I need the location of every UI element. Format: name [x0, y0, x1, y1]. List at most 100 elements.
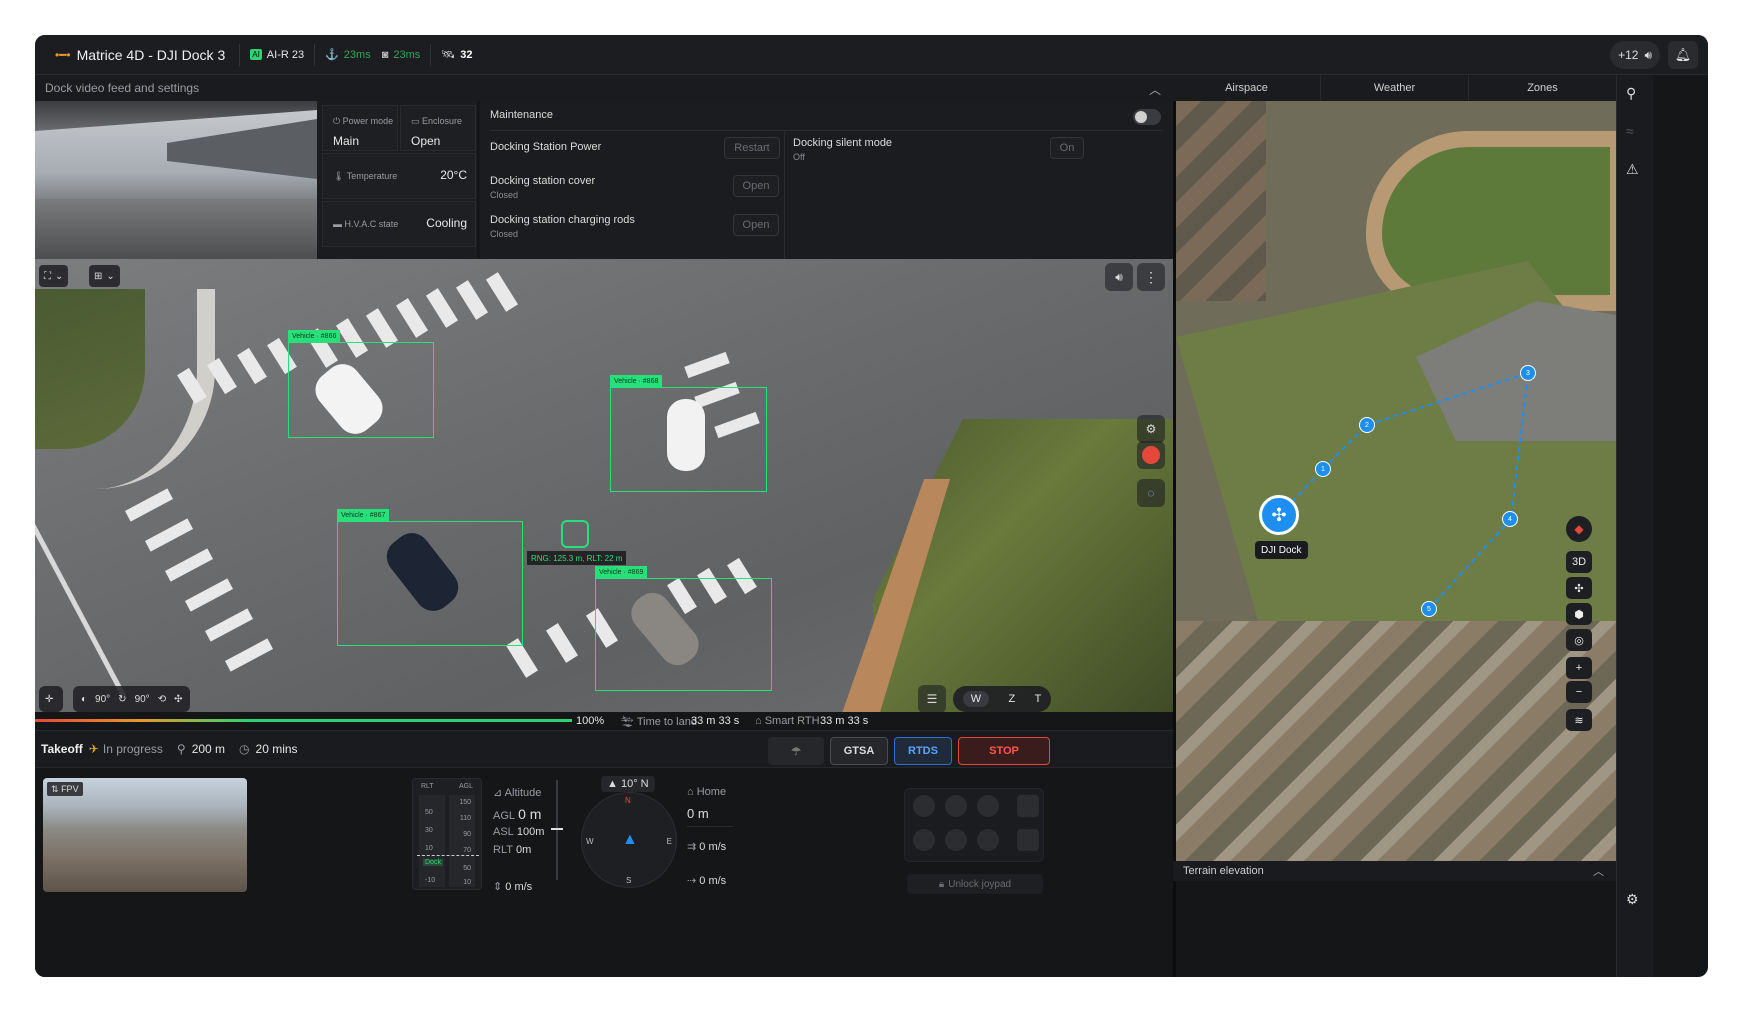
layers-button[interactable]: ≋ [1566, 709, 1592, 731]
dock-video-feed[interactable] [35, 101, 317, 259]
chevron-up-icon[interactable]: ︿ [1149, 81, 1161, 98]
record-button[interactable] [1137, 441, 1165, 469]
restart-button[interactable]: Restart [724, 137, 780, 159]
aircraft-title[interactable]: Matrice 4D - DJI Dock 3 [77, 47, 226, 63]
up-icon[interactable] [945, 795, 967, 817]
tab-zones[interactable]: Zones [1469, 75, 1616, 101]
3d-button[interactable]: 3D [1566, 551, 1592, 573]
rods-label: Docking station charging rods Closed [490, 214, 635, 239]
cube-button[interactable]: ⬢ [1566, 603, 1592, 625]
gimbal-pitch-icon: ◐ [81, 693, 88, 705]
maintenance-toggle[interactable] [1133, 109, 1161, 125]
dock-stats: ⏻ Power mode Main ▭ Enclosure Open 🌡︎ Te… [317, 101, 477, 259]
lock-orientation-icon[interactable]: ⟲ [158, 694, 166, 705]
detection-box[interactable]: Vehicle · #867 [337, 509, 523, 646]
cover-open-button[interactable]: Open [733, 175, 779, 197]
more-options-button[interactable]: ⋮ [1137, 263, 1165, 291]
detection-label: Vehicle · #869 [595, 566, 648, 578]
zoom-selector[interactable]: W Z T [953, 686, 1051, 712]
chevron-up-icon[interactable]: ︿ [1593, 863, 1604, 879]
vertical-speed: ⇕ 0 m/s [493, 881, 533, 893]
center-gimbal-button[interactable]: ✛ [39, 686, 63, 712]
detection-box[interactable]: Vehicle · #868 [610, 375, 767, 492]
rotate-right-icon[interactable] [977, 795, 999, 817]
satellite-status[interactable]: 🛰︎ 32 [430, 43, 482, 66]
waypoint-5[interactable]: 5 [1421, 601, 1437, 617]
target-reticle[interactable] [561, 520, 589, 548]
ai-status[interactable]: AI AI-R 23 [239, 43, 314, 66]
drone-icon[interactable]: ✣ [174, 694, 182, 705]
detection-box[interactable]: Vehicle · #869 [595, 566, 772, 691]
zoom-tele[interactable]: T [1035, 693, 1042, 705]
plus-icon: + [1575, 662, 1583, 674]
down-icon[interactable] [945, 829, 967, 851]
zoom-in-button[interactable]: + [1566, 657, 1592, 679]
right-rail: ⚲ ≈ ⚠︎ ⚙︎ [1616, 75, 1653, 977]
settings-gear-icon[interactable]: ⚙︎ [1626, 891, 1639, 908]
fpv-tag[interactable]: ⇅ FPV [47, 782, 83, 796]
home-return-icon: ⌂ [755, 715, 762, 727]
station-power-label: Docking Station Power [490, 141, 602, 153]
waypoint-1[interactable]: 1 [1315, 461, 1331, 477]
compass-button[interactable]: ◆ [1566, 516, 1592, 542]
notifications-volume-group[interactable]: +12 🔊︎ [1610, 41, 1660, 69]
camera-feed[interactable]: Vehicle · #866 Vehicle · #868 Vehicle · … [35, 259, 1173, 712]
landing-icon: 🛬︎ [620, 715, 634, 728]
chevron-down-icon: ⌄ [106, 270, 115, 282]
tab-airspace[interactable]: Airspace [1173, 75, 1321, 101]
map-pin-icon[interactable]: ⚲ [1626, 85, 1636, 102]
capture-mode-button[interactable]: ⛶ ⌄ [39, 265, 69, 287]
progress-percent: 100% [576, 715, 605, 727]
left-icon[interactable] [913, 829, 935, 851]
audio-button[interactable]: 🔊︎ [1105, 263, 1133, 291]
joypad[interactable] [904, 788, 1044, 862]
gimbal-controls[interactable]: ◐ 90° ↻ 90° ⟲ ✣ [73, 686, 191, 712]
right-icon[interactable] [977, 829, 999, 851]
dock-label: DJI Dock [1255, 541, 1308, 559]
rotate-left-icon[interactable] [913, 795, 935, 817]
settings-sliders-button[interactable]: ⚙︎ [1137, 415, 1165, 443]
dock-marker[interactable]: ✣ [1259, 495, 1299, 535]
parachute-button[interactable]: ☂︎ [768, 737, 824, 765]
heading-arrow-icon: ▲ [607, 778, 618, 790]
zoom-zoom[interactable]: Z [1008, 693, 1015, 705]
stop-button[interactable]: STOP [958, 737, 1050, 765]
unlock-joypad-button[interactable]: 🔒︎ Unlock joypad [907, 874, 1043, 894]
rods-open-button[interactable]: Open [733, 214, 779, 236]
camera-source-button[interactable]: ⊞ ⌄ [89, 265, 120, 287]
fit-view-button[interactable]: ✣ [1566, 577, 1592, 599]
zoom-out-button[interactable]: − [1566, 681, 1592, 703]
agl-readout: AGL 0 m [493, 806, 542, 822]
silent-mode-on-button[interactable]: On [1050, 137, 1084, 159]
map-tabs: Airspace Weather Zones [1173, 75, 1616, 101]
progress-bar [35, 719, 572, 722]
latency-status[interactable]: ⚓ 23ms ◙ 23ms [314, 43, 430, 66]
kebab-icon: ⋮ [1144, 268, 1158, 285]
alarm-icon[interactable]: ⚠︎ [1626, 161, 1639, 178]
map-view[interactable]: 1 2 3 4 5 ✣ DJI Dock ◆ 3D ✣ ⬢ ◎ + − ≋ [1176, 101, 1616, 861]
home-distance: 0 m [687, 806, 709, 821]
dock-panel-header[interactable]: Dock video feed and settings ︿ [35, 75, 1173, 101]
fpv-feed[interactable]: ⇅ FPV [43, 778, 247, 892]
track-button[interactable]: ◌ [1137, 479, 1165, 507]
zoom-wide[interactable]: W [962, 691, 990, 707]
tab-weather[interactable]: Weather [1321, 75, 1469, 101]
bell-button[interactable]: 🔔︎ [1668, 41, 1698, 69]
rtds-button[interactable]: RTDS [894, 737, 952, 765]
horizontal-speed-2: ⇢ 0 m/s [687, 875, 727, 887]
waypoint-4[interactable]: 4 [1502, 511, 1518, 527]
drone-icon: ✣ [1271, 504, 1287, 525]
ascend-icon[interactable] [1017, 795, 1039, 817]
descend-icon[interactable] [1017, 829, 1039, 851]
waypoint-3[interactable]: 3 [1520, 365, 1536, 381]
maintenance-row: Maintenance [490, 109, 1163, 131]
locate-button[interactable]: ◎ [1566, 629, 1592, 651]
maintenance-panel: Maintenance Docking Station Power Restar… [480, 101, 1173, 259]
detection-box[interactable]: Vehicle · #866 [288, 330, 434, 438]
waypoint-2[interactable]: 2 [1359, 417, 1375, 433]
parachute-icon: ☂︎ [791, 745, 801, 758]
terrain-elevation-bar[interactable]: Terrain elevation ︿ [1173, 861, 1616, 881]
camera-adjust-button[interactable]: ☰ [918, 685, 946, 712]
route-icon[interactable]: ≈ [1626, 123, 1634, 139]
gtsa-button[interactable]: GTSA [830, 737, 888, 765]
